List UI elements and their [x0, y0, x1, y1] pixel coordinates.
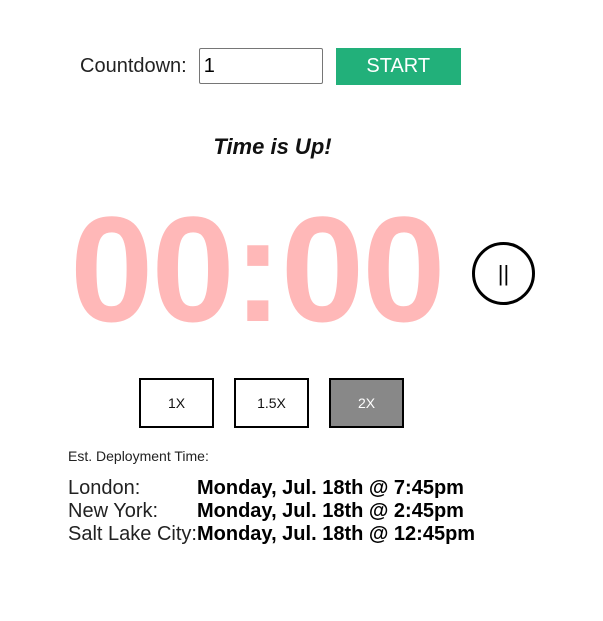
- deployment-time: Monday, Jul. 18th @ 2:45pm: [197, 500, 464, 522]
- speed-button-2x[interactable]: 2X: [329, 378, 404, 428]
- start-button[interactable]: START: [335, 47, 461, 85]
- pause-icon: ||: [497, 260, 510, 286]
- speed-button-1-5x[interactable]: 1.5X: [234, 378, 309, 428]
- countdown-form: Countdown: START: [80, 47, 461, 85]
- status-message: Time is Up!: [213, 134, 332, 159]
- deployment-heading: Est. Deployment Time:: [68, 448, 209, 464]
- speed-button-1x[interactable]: 1X: [139, 378, 214, 428]
- deployment-city: Salt Lake City:: [68, 523, 197, 545]
- deployment-city: London:: [68, 477, 141, 499]
- deployment-time: Monday, Jul. 18th @ 12:45pm: [197, 523, 476, 545]
- deployment-row: London: Monday, Jul. 18th @ 7:45pm: [68, 477, 475, 500]
- deployment-time: Monday, Jul. 18th @ 7:45pm: [197, 477, 464, 499]
- pause-button[interactable]: ||: [472, 242, 535, 305]
- deployment-row: Salt Lake City: Monday, Jul. 18th @ 12:4…: [68, 523, 475, 546]
- countdown-input[interactable]: [198, 48, 323, 84]
- deployment-city: New York:: [68, 500, 159, 522]
- deployment-times: London: Monday, Jul. 18th @ 7:45pm New Y…: [68, 477, 475, 546]
- timer-display: 00:00: [70, 185, 446, 353]
- speed-selector: 1X 1.5X 2X: [139, 378, 424, 428]
- deployment-row: New York: Monday, Jul. 18th @ 2:45pm: [68, 500, 475, 523]
- countdown-label: Countdown:: [80, 54, 187, 77]
